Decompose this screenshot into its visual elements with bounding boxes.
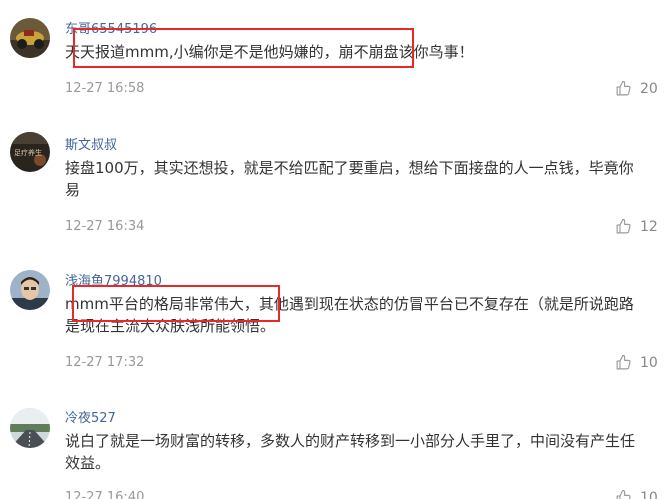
comment-item: 足疗养生 斯文叔叔 接盘100万，其实还想投，就是不给匹配了要重启，想给下面接盘…: [0, 110, 669, 250]
comment-username[interactable]: 冷夜527: [65, 407, 116, 426]
like-button[interactable]: 10: [615, 489, 658, 499]
thumbs-up-icon: [616, 354, 631, 370]
dark-photo-avatar-icon: 足疗养生: [10, 132, 50, 172]
like-count: 10: [640, 354, 658, 371]
comment-item: 浅海鱼7994810 mmm平台的格局非常伟大，其他遇到现在状态的仿冒平台已不复…: [0, 250, 669, 390]
comment-time: 12-27 16:40: [65, 490, 145, 499]
like-button[interactable]: 10: [615, 354, 658, 371]
comment-text-line: 天天报道mmm,小编你是不是他妈嫌的，崩不崩盘该你鸟事！: [65, 43, 474, 61]
like-button[interactable]: 20: [615, 80, 658, 97]
comment-text-line: mmm平台的格局非常伟大，其他遇到现在状态的仿冒平台已不复存在（就是所说跑路: [65, 295, 634, 313]
comment-username[interactable]: 斯文叔叔: [65, 134, 117, 153]
comment-item: 东哥65545196 天天报道mmm,小编你是不是他妈嫌的，崩不崩盘该你鸟事！ …: [0, 0, 669, 110]
comment-text: 接盘100万，其实还想投，就是不给匹配了要重启，想给下面接盘的人一点钱，毕竟你 …: [65, 157, 669, 201]
comment-text-line: 说白了就是一场财富的转移，多数人的财产转移到一小部分人手里了，中间没有产生任: [65, 432, 636, 450]
thumbs-up-icon: [616, 489, 631, 499]
like-count: 12: [640, 218, 658, 235]
avatar-caption: 足疗养生: [14, 148, 42, 157]
comment-text: 说白了就是一场财富的转移，多数人的财产转移到一小部分人手里了，中间没有产生任 效…: [65, 430, 669, 474]
comment-time: 12-27 16:58: [65, 81, 145, 96]
comment-time: 12-27 16:34: [65, 219, 145, 234]
comment-text-line: 接盘100万，其实还想投，就是不给匹配了要重启，想给下面接盘的人一点钱，毕竟你: [65, 159, 634, 177]
user-avatar[interactable]: [10, 270, 50, 310]
comment-text: mmm平台的格局非常伟大，其他遇到现在状态的仿冒平台已不复存在（就是所说跑路 是…: [65, 293, 669, 337]
comment-text-line: 是现在主流大众肤浅所能领悟。: [65, 317, 276, 335]
road-photo-avatar-icon: [10, 408, 50, 448]
user-avatar[interactable]: [10, 18, 50, 58]
comment-text-line: 易: [65, 181, 81, 199]
like-count: 10: [640, 489, 658, 499]
comment-item: 冷夜527 说白了就是一场财富的转移，多数人的财产转移到一小部分人手里了，中间没…: [0, 390, 669, 499]
comment-username[interactable]: 东哥65545196: [65, 18, 157, 37]
thumbs-up-icon: [616, 80, 631, 96]
motorcycle-photo-avatar-icon: [10, 18, 50, 58]
comment-time: 12-27 17:32: [65, 355, 145, 370]
like-button[interactable]: 12: [615, 218, 658, 235]
comment-text-line: 效益。: [65, 454, 111, 472]
user-avatar[interactable]: [10, 408, 50, 448]
comment-text: 天天报道mmm,小编你是不是他妈嫌的，崩不崩盘该你鸟事！: [65, 41, 669, 63]
person-photo-avatar-icon: [10, 270, 50, 310]
like-count: 20: [640, 80, 658, 97]
comment-username[interactable]: 浅海鱼7994810: [65, 270, 162, 289]
user-avatar[interactable]: 足疗养生: [10, 132, 50, 172]
thumbs-up-icon: [616, 218, 631, 234]
